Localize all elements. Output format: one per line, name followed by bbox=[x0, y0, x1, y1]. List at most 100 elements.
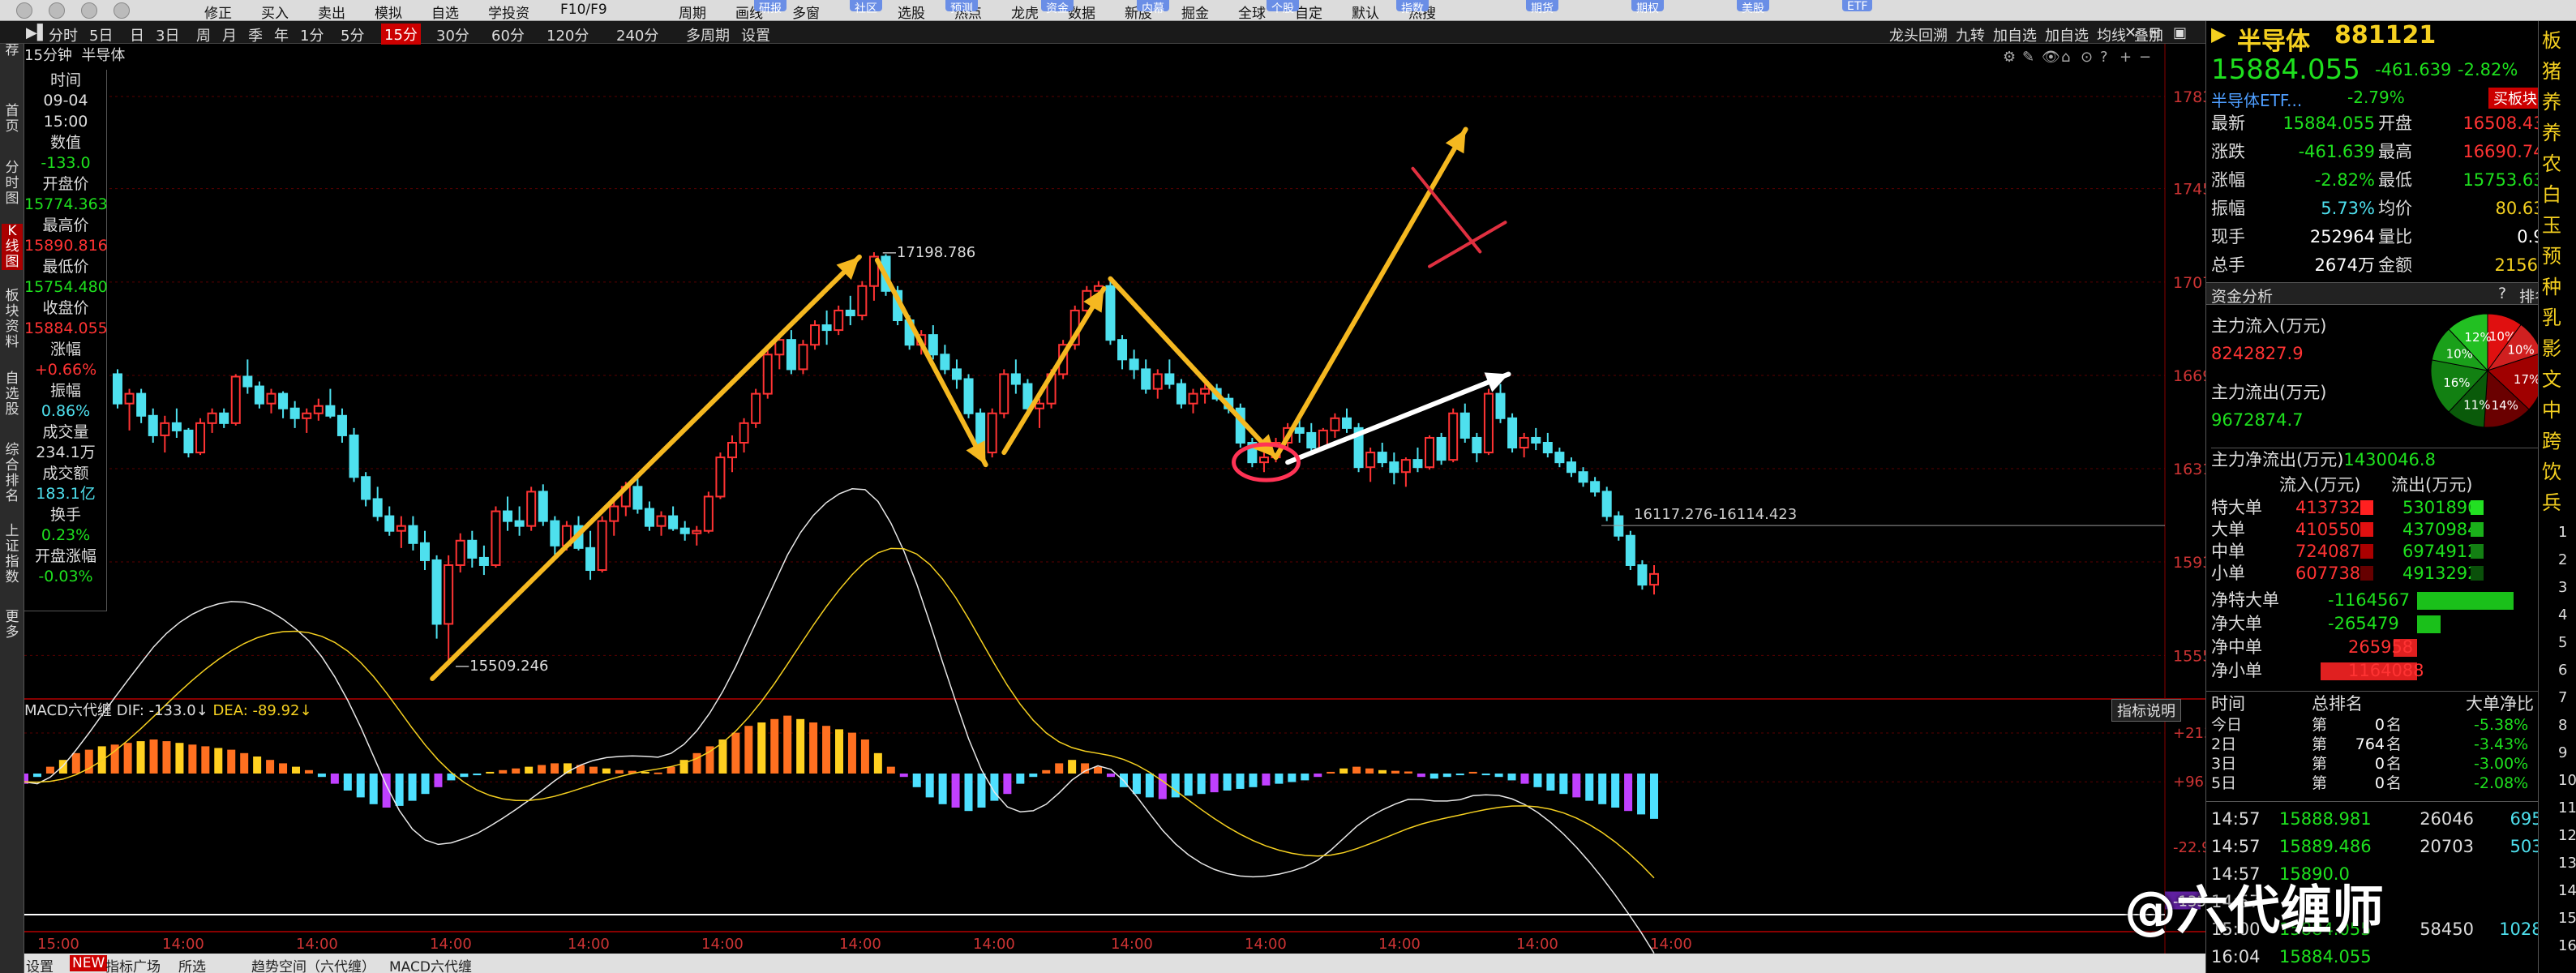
side-sector-item[interactable]: 饮 bbox=[2542, 456, 2561, 484]
top-blue-tab[interactable]: 资金 bbox=[1041, 0, 1074, 15]
top-menu-item[interactable]: 自选 bbox=[431, 2, 459, 22]
buy-sector-button[interactable]: 买板块 bbox=[2488, 88, 2542, 109]
period-button[interactable]: 5分 bbox=[341, 24, 364, 45]
top-menu-item[interactable]: 卖出 bbox=[318, 2, 345, 22]
window-tool-icon[interactable]: ▣ bbox=[2173, 24, 2187, 41]
leftnav-item[interactable]: 更多 bbox=[2, 610, 23, 641]
side-sector-item[interactable]: 跨 bbox=[2542, 425, 2561, 453]
chart-overlay-icon[interactable]: ⚙ bbox=[2003, 49, 2016, 66]
top-blue-tab[interactable]: ETF bbox=[1842, 0, 1873, 13]
period-button[interactable]: 多周期 bbox=[686, 24, 730, 45]
top-blue-tab[interactable]: 期货 bbox=[1526, 0, 1558, 15]
window-control-icon[interactable] bbox=[81, 2, 97, 19]
period-button[interactable]: 季 bbox=[248, 24, 263, 45]
top-menu-item[interactable]: 修正 bbox=[204, 2, 232, 22]
leftnav-item[interactable]: 首页 bbox=[2, 104, 23, 135]
chart-overlay-icon[interactable]: − bbox=[2139, 49, 2151, 66]
chart-tool-button[interactable]: 加自选 bbox=[2045, 24, 2089, 45]
panel-menu-icon[interactable]: ▶ bbox=[2211, 23, 2226, 45]
top-menu-item[interactable]: 学投资 bbox=[488, 2, 529, 22]
top-blue-tab[interactable]: 内幕 bbox=[1137, 0, 1169, 15]
play-icon[interactable]: ▶▌ bbox=[26, 24, 49, 41]
chart-tool-button[interactable]: 龙头回溯 bbox=[1889, 24, 1948, 45]
side-sector-item[interactable]: 影 bbox=[2542, 332, 2561, 361]
top-blue-tab[interactable]: 期权 bbox=[1631, 0, 1664, 15]
chart-overlay-icon[interactable]: ✎ bbox=[2022, 49, 2034, 66]
indicator-explain-button[interactable]: 指标说明 bbox=[2111, 699, 2181, 722]
top-blue-tab[interactable]: 研报 bbox=[754, 0, 787, 15]
side-sector-item[interactable]: 预 bbox=[2542, 240, 2561, 268]
period-button[interactable]: 15分 bbox=[381, 24, 421, 45]
chart-overlay-icon[interactable]: ⌂ bbox=[2061, 49, 2070, 66]
period-button[interactable]: 周 bbox=[196, 24, 211, 45]
period-button[interactable]: 5日 bbox=[89, 24, 113, 45]
leftnav-item[interactable]: 板块资料 bbox=[2, 289, 23, 350]
top-menu-item[interactable]: 选股 bbox=[898, 2, 925, 22]
window-control-icon[interactable] bbox=[49, 2, 65, 19]
side-sector-item[interactable]: 中 bbox=[2542, 394, 2561, 422]
chart-overlay-icon[interactable]: + bbox=[2120, 49, 2132, 66]
top-blue-tab[interactable]: 美股 bbox=[1737, 0, 1769, 15]
side-sector-item[interactable]: 养 bbox=[2542, 117, 2561, 145]
side-sector-item[interactable]: 文 bbox=[2542, 363, 2561, 392]
top-menu-item[interactable]: F10/F9 bbox=[560, 2, 607, 18]
chart-overlay-icon[interactable]: 👁 bbox=[2042, 49, 2060, 66]
help-icon[interactable]: ? bbox=[2498, 285, 2506, 302]
chart-tool-button[interactable]: 九转 bbox=[1956, 24, 1985, 45]
leftnav-item[interactable]: 分时图 bbox=[2, 161, 23, 207]
top-blue-tab[interactable]: 预测 bbox=[945, 0, 978, 15]
indicator-tab[interactable]: MACD六代缠 bbox=[389, 955, 472, 973]
indicator-tab[interactable]: 所选 bbox=[178, 955, 206, 973]
indicator-tab[interactable]: 设置 bbox=[26, 955, 54, 973]
period-button[interactable]: 设置 bbox=[741, 24, 770, 45]
side-sector-item[interactable]: 农 bbox=[2542, 148, 2561, 176]
window-control-icon[interactable] bbox=[114, 2, 130, 19]
period-button[interactable]: 240分 bbox=[616, 24, 658, 45]
period-button[interactable]: 3日 bbox=[156, 24, 179, 45]
side-sector-item[interactable]: 玉 bbox=[2542, 209, 2561, 238]
side-sector-item[interactable]: 养 bbox=[2542, 86, 2561, 114]
period-button[interactable]: 分时 bbox=[49, 24, 78, 45]
top-menu-item[interactable]: 龙虎 bbox=[1011, 2, 1039, 22]
top-menu-item[interactable]: 买入 bbox=[261, 2, 289, 22]
side-sector-item[interactable]: 猪 bbox=[2542, 55, 2561, 84]
side-sector-item[interactable]: 种 bbox=[2542, 271, 2561, 299]
side-sector-item[interactable]: 乳 bbox=[2542, 302, 2561, 330]
period-button[interactable]: 120分 bbox=[546, 24, 589, 45]
indicator-tab[interactable]: NEW bbox=[70, 955, 108, 971]
top-menu-item[interactable]: 默认 bbox=[1352, 2, 1379, 22]
window-tool-icon[interactable]: ✕ bbox=[2124, 24, 2137, 41]
period-button[interactable]: 月 bbox=[222, 24, 237, 45]
side-sector-item[interactable]: 兵 bbox=[2542, 486, 2561, 515]
top-menu-item[interactable]: 多窗 bbox=[792, 2, 820, 22]
chart-overlay-icon[interactable]: ⊙ bbox=[2081, 49, 2093, 66]
side-sector-item[interactable]: 白 bbox=[2542, 178, 2561, 207]
top-blue-tab[interactable]: 社区 bbox=[850, 0, 882, 15]
leftnav-item[interactable]: K线图 bbox=[2, 224, 23, 270]
top-menu-item[interactable]: 模拟 bbox=[375, 2, 402, 22]
chart-overlay-icon[interactable]: ? bbox=[2100, 49, 2108, 66]
side-sector-item[interactable]: 板 bbox=[2542, 24, 2561, 53]
top-menu-item[interactable]: 掘金 bbox=[1181, 2, 1209, 22]
period-button[interactable]: 60分 bbox=[491, 24, 525, 45]
period-button[interactable]: 年 bbox=[274, 24, 289, 45]
chart-tool-button[interactable]: 加自选 bbox=[1993, 24, 2037, 45]
indicator-tab[interactable]: 指标广场 bbox=[105, 955, 161, 973]
chart-tool-button[interactable]: 均线 bbox=[2097, 24, 2126, 45]
top-blue-tab[interactable]: 指数 bbox=[1396, 0, 1429, 15]
leftnav-item[interactable]: 上证指数 bbox=[2, 524, 23, 585]
top-menu-item[interactable]: 自定 bbox=[1295, 2, 1322, 22]
leftnav-item[interactable]: 综合排名 bbox=[2, 443, 23, 504]
window-control-icon[interactable] bbox=[16, 2, 32, 19]
period-button[interactable]: 30分 bbox=[436, 24, 469, 45]
top-menu-item[interactable]: 全球 bbox=[1238, 2, 1266, 22]
leftnav-item[interactable]: 自选股 bbox=[2, 371, 23, 418]
period-button[interactable]: 日 bbox=[130, 24, 144, 45]
top-blue-tab[interactable]: 个股 bbox=[1267, 0, 1299, 15]
etf-link[interactable]: 半导体ETF... bbox=[2211, 88, 2302, 111]
window-tool-icon[interactable]: ⊞ bbox=[2149, 24, 2161, 41]
kline-chart[interactable]: 17834 17458 17076 16695 16314 15933 15551 ⚙ ✎ 👁⌂ ⊙… bbox=[24, 44, 2205, 954]
indicator-tab[interactable]: 趋势空间（六代缠） bbox=[251, 955, 375, 973]
period-button[interactable]: 1分 bbox=[300, 24, 324, 45]
top-menu-item[interactable]: 周期 bbox=[679, 2, 706, 22]
